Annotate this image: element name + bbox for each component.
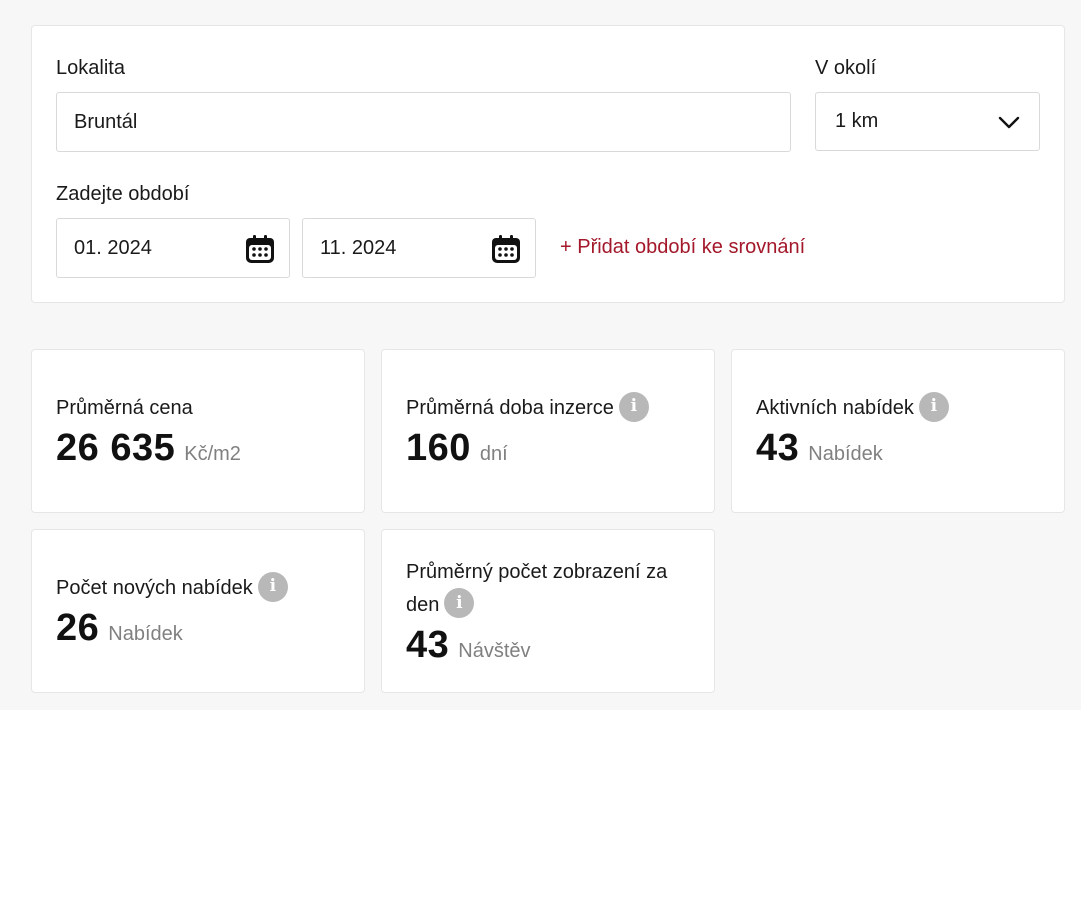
radius-select-value: 1 km — [835, 110, 879, 132]
stat-unit: Nabídek — [808, 443, 883, 465]
info-icon[interactable]: i — [618, 391, 649, 422]
stat-title-text: Průměrná cena — [56, 397, 193, 419]
filter-panel: Lokalita Bruntál V okolí 1 km Zadejte ob… — [31, 25, 1065, 303]
date-to-value: 11. 2024 — [320, 236, 397, 259]
stat-value: 26 — [56, 607, 100, 649]
location-label: Lokalita — [56, 57, 125, 79]
info-icon[interactable]: i — [918, 391, 949, 422]
stat-title: Počet nových nabídek i — [56, 571, 340, 605]
date-from-input[interactable]: 01. 2024 — [56, 218, 290, 278]
calendar-icon[interactable] — [490, 233, 522, 265]
stat-card-average-listing-duration: Průměrná doba inzerce i 160 dní — [381, 349, 715, 513]
stat-card-active-listings: Aktivních nabídek i 43 Nabídek — [731, 349, 1065, 513]
add-comparison-period-link[interactable]: + Přidat období ke srovnání — [560, 236, 805, 259]
calendar-icon[interactable] — [244, 233, 276, 265]
stat-title: Průměrný počet zobrazení za den i — [406, 556, 690, 622]
date-to-input[interactable]: 11. 2024 — [302, 218, 536, 278]
stat-unit: dní — [479, 443, 508, 465]
location-input-value: Bruntál — [74, 110, 138, 133]
stat-title: Aktivních nabídek i — [756, 391, 1040, 425]
stat-card-average-daily-views: Průměrný počet zobrazení za den i 43 Návš… — [381, 529, 715, 693]
stat-card-average-price: Průměrná cena 26 635 Kč/m2 — [31, 349, 365, 513]
radius-select[interactable]: 1 km — [815, 92, 1040, 151]
stat-unit: Nabídek — [108, 623, 183, 645]
chevron-down-icon — [998, 116, 1020, 128]
info-icon[interactable]: i — [444, 588, 475, 619]
stat-title-text: Průměrná doba inzerce — [406, 397, 614, 419]
radius-label: V okolí — [815, 57, 877, 79]
location-input[interactable]: Bruntál — [56, 92, 791, 152]
stat-unit: Návštěv — [458, 639, 531, 662]
stat-value: 43 — [756, 427, 800, 469]
stat-unit: Kč/m2 — [184, 443, 241, 465]
stat-value: 26 635 — [56, 427, 176, 469]
info-icon[interactable]: i — [257, 571, 288, 602]
date-from-value: 01. 2024 — [74, 236, 152, 259]
stat-title-text: Aktivních nabídek — [756, 397, 914, 419]
stat-title: Průměrná cena — [56, 392, 340, 425]
stat-title: Průměrná doba inzerce i — [406, 391, 690, 425]
period-label: Zadejte období — [56, 183, 190, 205]
stat-value: 160 — [406, 427, 471, 469]
stat-card-new-listings: Počet nových nabídek i 26 Nabídek — [31, 529, 365, 693]
stat-value: 43 — [406, 623, 450, 666]
stat-title-text: Počet nových nabídek — [56, 577, 253, 599]
